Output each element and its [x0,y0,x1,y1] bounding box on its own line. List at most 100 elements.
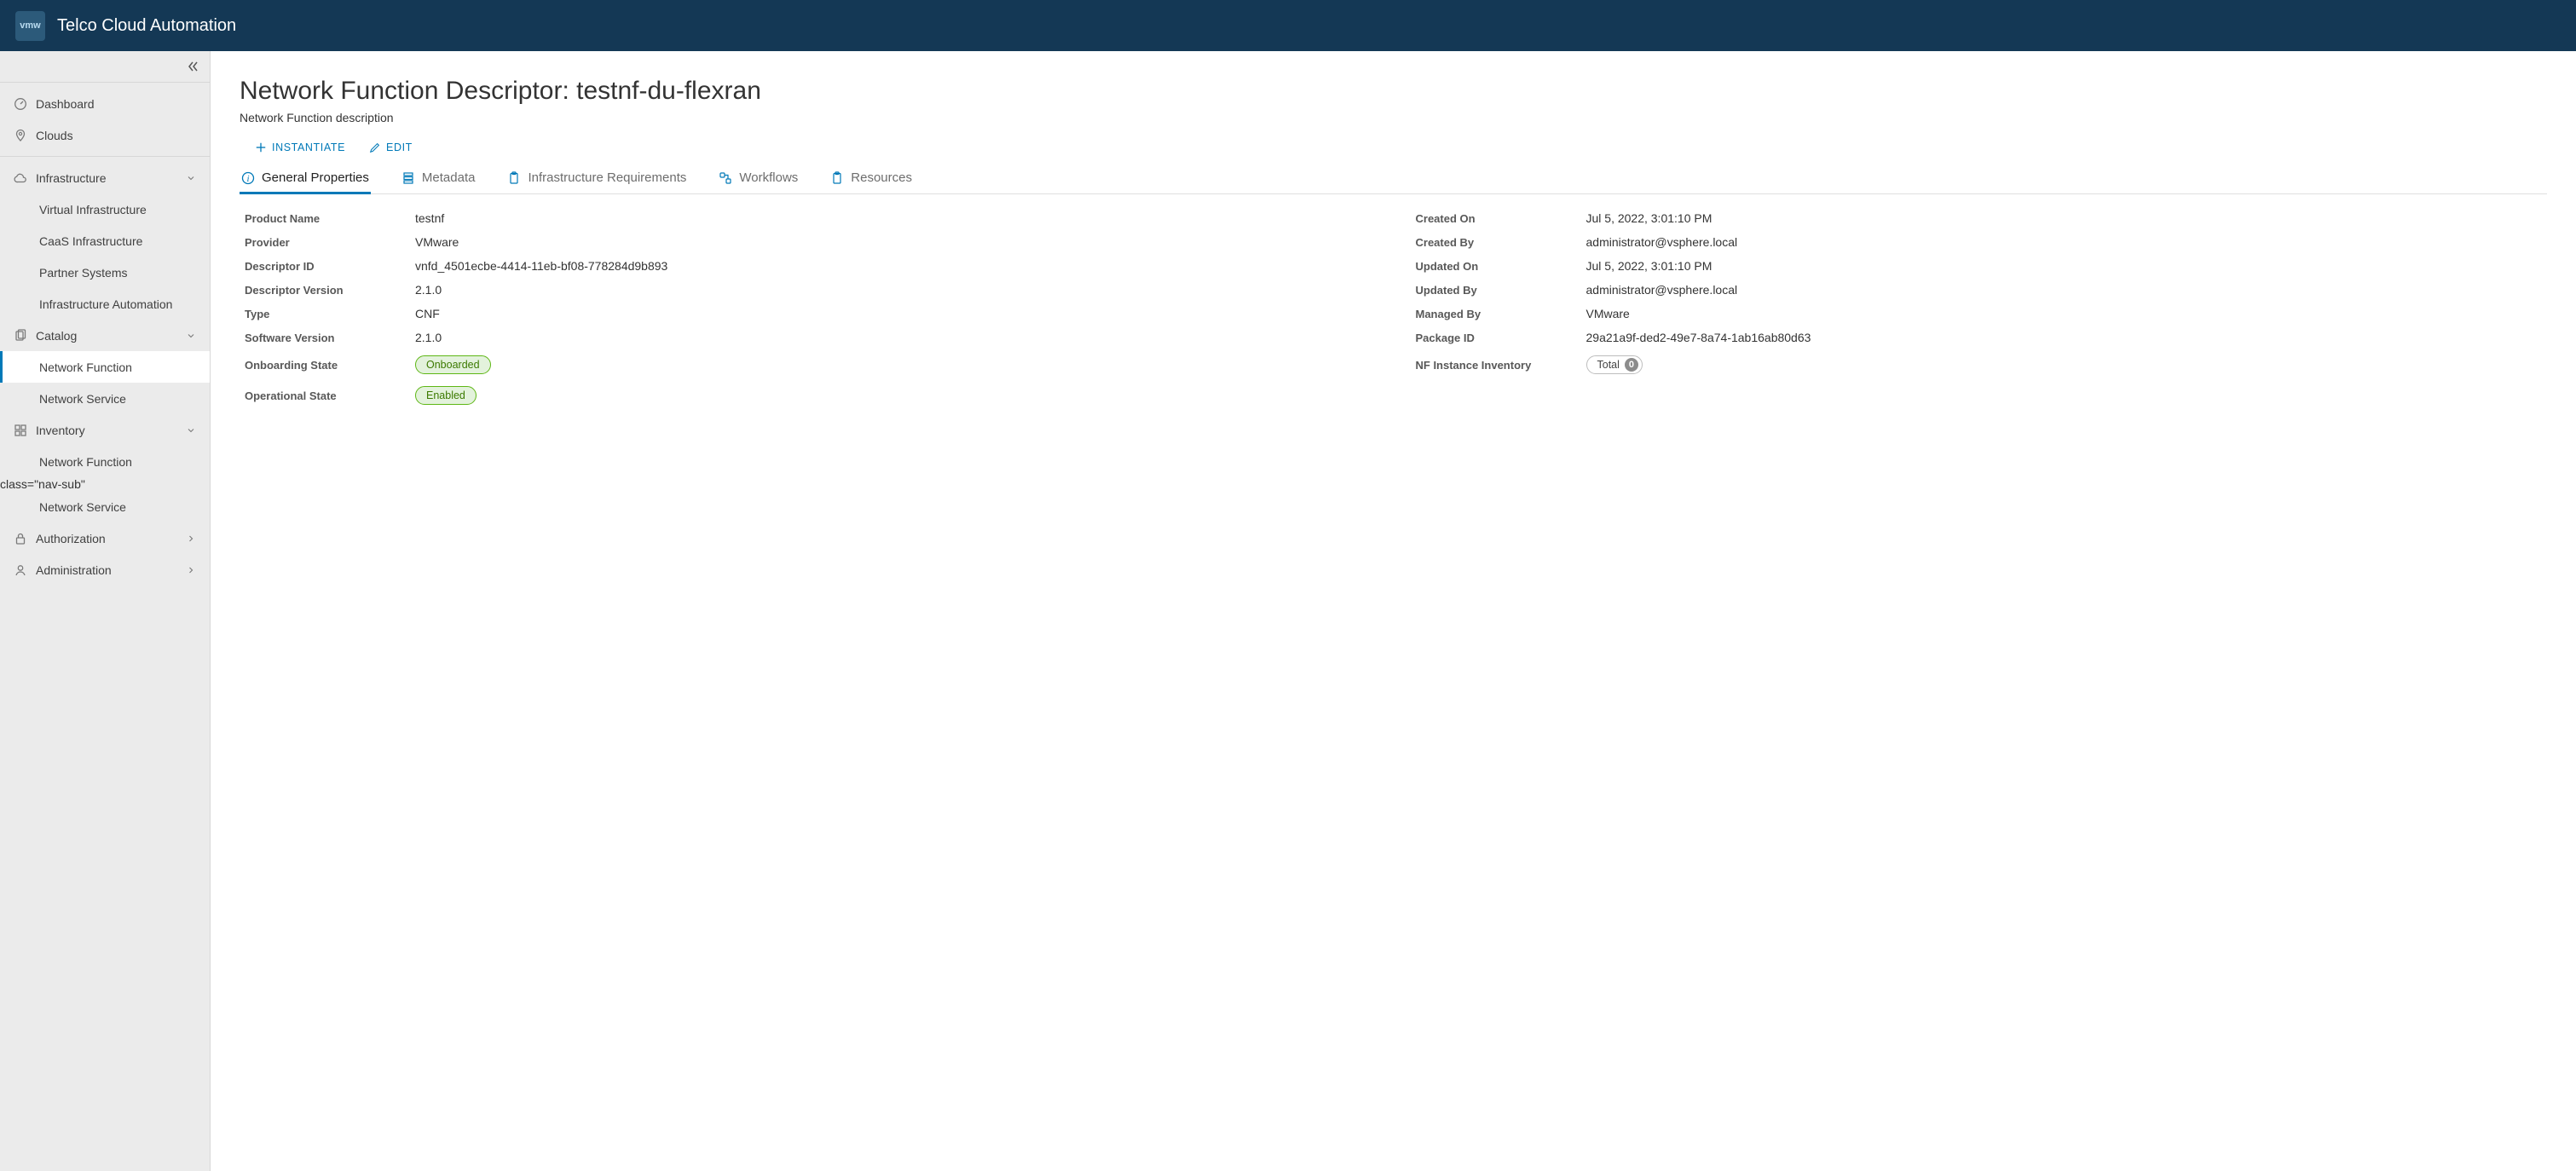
sidebar-item-infrastructure[interactable]: Infrastructure [0,162,210,193]
sidebar-item-label: CaaS Infrastructure [39,234,142,248]
sidebar-item-caas-infrastructure[interactable]: CaaS Infrastructure [0,225,210,257]
counter-value: 0 [1625,358,1638,372]
grid-icon [14,424,27,437]
tabs: General Properties Metadata Infrastructu… [240,165,2547,194]
prop-label: Provider [245,236,415,249]
nf-inventory-counter[interactable]: Total 0 [1586,355,1643,374]
sidebar-collapse-button[interactable] [0,51,210,82]
sidebar-item-administration[interactable]: Administration [0,554,210,586]
sidebar-item-authorization[interactable]: Authorization [0,522,210,554]
sidebar-item-label: Virtual Infrastructure [39,203,147,216]
gauge-icon [14,97,27,111]
tab-general-properties[interactable]: General Properties [240,165,371,193]
sidebar-item-label: Administration [36,563,112,577]
sidebar-item-label: Network Service [39,500,126,514]
tab-infrastructure-requirements[interactable]: Infrastructure Requirements [505,165,688,193]
tab-metadata[interactable]: Metadata [400,165,477,193]
page-subtitle: Network Function description [240,111,2547,124]
chevron-down-icon [186,425,196,436]
chevron-double-left-icon [186,60,199,73]
prop-value: vnfd_4501ecbe-4414-11eb-bf08-778284d9b89… [415,259,667,273]
chevron-right-icon [186,534,196,544]
sidebar-item-label: Partner Systems [39,266,127,280]
tab-workflows[interactable]: Workflows [717,165,800,193]
prop-value: VMware [415,235,459,249]
tab-resources[interactable]: Resources [829,165,914,193]
prop-value: testnf [415,211,444,225]
prop-label: Descriptor ID [245,260,415,273]
tab-label: Metadata [422,170,476,185]
prop-value: administrator@vsphere.local [1586,283,1738,297]
top-bar: vmw Telco Cloud Automation [0,0,2576,51]
status-badge: Enabled [415,386,477,405]
properties-column-left: Product Nametestnf ProviderVMware Descri… [240,206,1377,411]
sidebar-item-label: Clouds [36,129,73,142]
sidebar-item-label: Infrastructure Automation [39,297,172,311]
pencil-icon [369,141,381,153]
prop-label: Managed By [1416,308,1586,320]
main-content: Network Function Descriptor: testnf-du-f… [211,51,2576,1171]
sidebar-item-catalog[interactable]: Catalog [0,320,210,351]
properties-grid: Product Nametestnf ProviderVMware Descri… [240,194,2547,411]
chevron-right-icon [186,565,196,575]
sidebar-item-label: Inventory [36,424,85,437]
stacked-icon [401,171,415,185]
chevron-down-icon [186,331,196,341]
prop-value: CNF [415,307,440,320]
sidebar-item-label: Network Service [39,392,126,406]
sidebar-item-clouds[interactable]: Clouds [0,119,210,151]
counter-label: Total [1597,359,1620,371]
sidebar-item-label: Network Function [39,455,132,469]
prop-label: Updated On [1416,260,1586,273]
sidebar-item-dashboard[interactable]: Dashboard [0,88,210,119]
app-title: Telco Cloud Automation [57,16,236,36]
info-icon [241,171,255,185]
sidebar-item-catalog-network-function[interactable]: Network Function [0,351,210,383]
edit-button[interactable]: EDIT [369,141,413,153]
sidebar-item-catalog-network-service[interactable]: Network Service [0,383,210,414]
sidebar-item-label: Dashboard [36,97,95,111]
prop-label: Created On [1416,212,1586,225]
prop-value: administrator@vsphere.local [1586,235,1738,249]
prop-label: Operational State [245,389,415,402]
prop-label: Software Version [245,332,415,344]
plus-icon [255,141,267,153]
button-label: EDIT [386,141,413,153]
prop-label: Product Name [245,212,415,225]
sidebar-item-label: Infrastructure [36,171,106,185]
tab-label: Workflows [739,170,798,185]
sidebar-item-label: Network Function [39,361,132,374]
prop-value: 2.1.0 [415,283,442,297]
sidebar-item-infrastructure-automation[interactable]: Infrastructure Automation [0,288,210,320]
prop-value: Total 0 [1586,355,1643,374]
chevron-down-icon [186,173,196,183]
workflow-icon [719,171,732,185]
copy-icon [14,329,27,343]
cloud-icon [14,171,27,185]
prop-value: Jul 5, 2022, 3:01:10 PM [1586,211,1713,225]
prop-value: VMware [1586,307,1630,320]
prop-value: 29a21a9f-ded2-49e7-8a74-1ab16ab80d63 [1586,331,1811,344]
action-row: INSTANTIATE EDIT [240,136,2547,165]
sidebar-item-label: Authorization [36,532,106,545]
lock-icon [14,532,27,545]
sidebar-item-inventory-network-service[interactable]: Network Service [0,491,210,522]
sidebar-item-inventory-network-function[interactable]: Network Function [0,446,210,477]
prop-value: 2.1.0 [415,331,442,344]
prop-label: Onboarding State [245,359,415,372]
properties-column-right: Created OnJul 5, 2022, 3:01:10 PM Create… [1411,206,2548,411]
pin-icon [14,129,27,142]
prop-label: Descriptor Version [245,284,415,297]
sidebar-item-virtual-infrastructure[interactable]: Virtual Infrastructure [0,193,210,225]
sidebar-item-label: Catalog [36,329,77,343]
prop-label: Package ID [1416,332,1586,344]
sidebar-item-inventory[interactable]: Inventory [0,414,210,446]
brand-short-label: vmw [20,20,40,31]
user-icon [14,563,27,577]
page-title: Network Function Descriptor: testnf-du-f… [240,77,2547,106]
prop-label: NF Instance Inventory [1416,359,1586,372]
prop-value: Onboarded [415,355,491,374]
sidebar-item-partner-systems[interactable]: Partner Systems [0,257,210,288]
instantiate-button[interactable]: INSTANTIATE [255,141,345,153]
tab-label: General Properties [262,170,369,185]
